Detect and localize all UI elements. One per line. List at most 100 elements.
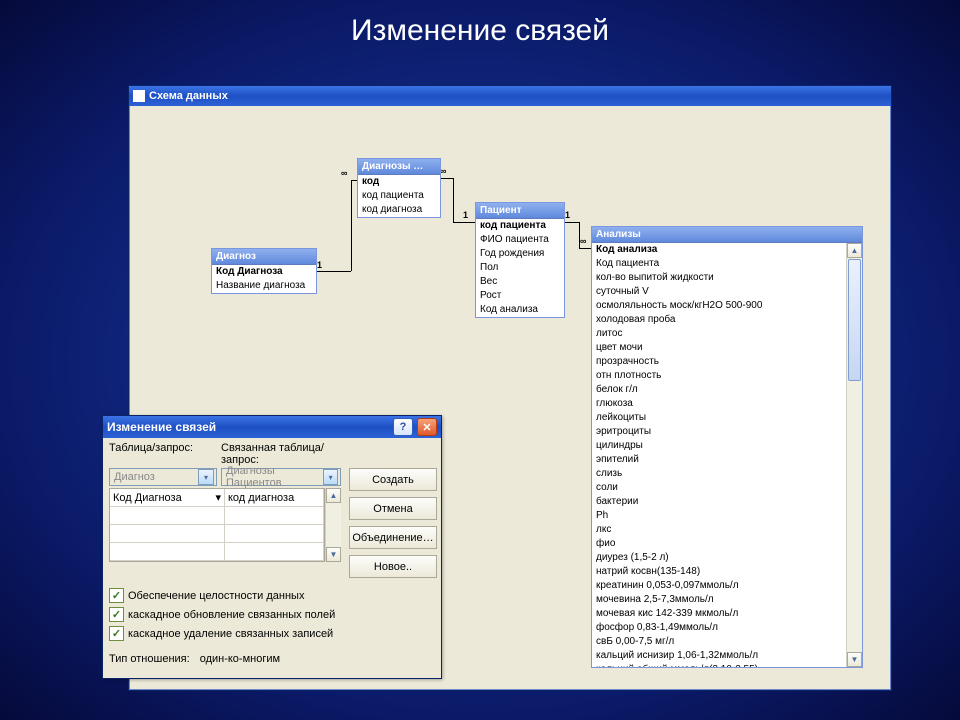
chevron-down-icon: ▾ — [323, 469, 338, 485]
table-field[interactable]: литос — [592, 327, 847, 341]
chevron-down-icon: ▾ — [198, 469, 214, 485]
close-button[interactable]: ✕ — [417, 418, 437, 436]
combo-left-table[interactable]: Диагноз ▾ — [109, 468, 217, 486]
slide-title: Изменение связей — [0, 0, 960, 56]
schema-titlebar: Схема данных — [129, 86, 891, 106]
table-field[interactable]: Вес — [476, 275, 564, 289]
join-button[interactable]: Объединение… — [349, 526, 437, 549]
table-field[interactable]: Название диагноза — [212, 279, 316, 293]
table-field[interactable]: Код анализа — [476, 303, 564, 317]
table-field[interactable]: лкс — [592, 523, 847, 537]
table-field[interactable]: код пациента — [358, 189, 440, 203]
table-pacient[interactable]: Пациент код пациентаФИО пациентаГод рожд… — [475, 202, 565, 318]
grid-left-field[interactable]: Код Диагноза ▾ — [110, 489, 225, 507]
checkbox-label: Обеспечение целостности данных — [128, 590, 304, 602]
table-field[interactable]: Код пациента — [592, 257, 847, 271]
table-field[interactable]: эпителий — [592, 453, 847, 467]
chevron-down-icon: ▾ — [215, 491, 221, 504]
edit-relationships-dialog[interactable]: Изменение связей ? ✕ Таблица/запрос: Свя… — [102, 415, 442, 679]
table-field[interactable]: диурез (1,5-2 л) — [592, 551, 847, 565]
cardinality-one: 1 — [565, 210, 570, 220]
cardinality-one: 1 — [317, 260, 322, 270]
cardinality-one: 1 — [463, 210, 468, 220]
grid-right-field[interactable]: код диагноза — [225, 489, 324, 507]
table-header: Анализы — [592, 227, 862, 243]
table-field[interactable]: кальций иснизир 1,06-1,32ммоль/л — [592, 649, 847, 663]
table-field[interactable]: фосфор 0,83-1,49ммоль/л — [592, 621, 847, 635]
table-field[interactable]: код пациента — [476, 219, 564, 233]
schema-window-title: Схема данных — [149, 90, 228, 102]
combo-value: Диагнозы Пациентов — [226, 465, 323, 489]
grid-cell-empty[interactable] — [110, 543, 225, 561]
table-header: Пациент — [476, 203, 564, 219]
table-field[interactable]: Код Диагноза — [212, 265, 316, 279]
cardinality-many: ∞ — [580, 236, 586, 246]
combo-value: Диагноз — [114, 471, 155, 483]
table-field[interactable]: код диагноза — [358, 203, 440, 217]
table-field[interactable]: фио — [592, 537, 847, 551]
app-icon — [133, 90, 145, 102]
table-field[interactable]: прозрачность — [592, 355, 847, 369]
table-field[interactable]: суточный V — [592, 285, 847, 299]
grid-cell-empty[interactable] — [110, 507, 225, 525]
scroll-up[interactable]: ▲ — [326, 488, 341, 503]
table-field[interactable]: кол-во выпитой жидкости — [592, 271, 847, 285]
cancel-button[interactable]: Отмена — [349, 497, 437, 520]
scroll-down[interactable]: ▼ — [326, 547, 341, 562]
table-diagnoz[interactable]: Диагноз Код ДиагнозаНазвание диагноза — [211, 248, 317, 294]
checkbox-cascade-delete[interactable]: ✓ каскадное удаление связанных записей — [109, 626, 435, 641]
table-field[interactable]: креатинин 0,053-0,097ммоль/л — [592, 579, 847, 593]
table-field[interactable]: Рост — [476, 289, 564, 303]
table-field[interactable]: эритроциты — [592, 425, 847, 439]
table-diagnozy[interactable]: Диагнозы … кодкод пациентакод диагноза — [357, 158, 441, 218]
grid-cell-empty[interactable] — [110, 525, 225, 543]
grid-cell-empty[interactable] — [225, 543, 324, 561]
combo-right-table[interactable]: Диагнозы Пациентов ▾ — [221, 468, 341, 486]
table-field[interactable]: Ph — [592, 509, 847, 523]
table-field[interactable]: глюкоза — [592, 397, 847, 411]
dialog-title: Изменение связей — [107, 420, 216, 434]
table-field[interactable]: осмоляльность моск/кгH2O 500-900 — [592, 299, 847, 313]
scroll-up[interactable]: ▲ — [847, 243, 862, 258]
table-field[interactable]: Пол — [476, 261, 564, 275]
create-button[interactable]: Создать — [349, 468, 437, 491]
table-field[interactable]: мочевая кис 142-339 мкмоль/л — [592, 607, 847, 621]
table-field[interactable]: натрий косвн(135-148) — [592, 565, 847, 579]
check-icon: ✓ — [109, 607, 124, 622]
table-field[interactable]: Год рождения — [476, 247, 564, 261]
checkbox-integrity[interactable]: ✓ Обеспечение целостности данных — [109, 588, 435, 603]
table-header: Диагнозы … — [358, 159, 440, 175]
table-field[interactable]: код — [358, 175, 440, 189]
new-button[interactable]: Новое.. — [349, 555, 437, 578]
table-field[interactable]: мочевина 2,5-7,3ммоль/л — [592, 593, 847, 607]
table-field[interactable]: холодовая проба — [592, 313, 847, 327]
table-field[interactable]: кальций общий ммоль/л(2,10-2,55) — [592, 663, 847, 667]
table-field[interactable]: цилиндры — [592, 439, 847, 453]
relation-grid[interactable]: Код Диагноза ▾ код диагноза — [109, 488, 325, 562]
grid-cell-empty[interactable] — [225, 525, 324, 543]
table-field[interactable]: белок г/л — [592, 383, 847, 397]
table-header: Диагноз — [212, 249, 316, 265]
checkbox-cascade-update[interactable]: ✓ каскадное обновление связанных полей — [109, 607, 435, 622]
table-field[interactable]: ФИО пациента — [476, 233, 564, 247]
table-field[interactable]: лейкоциты — [592, 411, 847, 425]
table-field[interactable]: отн плотность — [592, 369, 847, 383]
grid-scroll[interactable]: ▲ ▼ — [325, 488, 341, 562]
table-analizy[interactable]: Анализы Код анализаКод пациентакол-во вы… — [591, 226, 863, 668]
grid-cell-empty[interactable] — [225, 507, 324, 525]
scroll-thumb[interactable] — [848, 259, 861, 381]
table-field[interactable]: слизь — [592, 467, 847, 481]
dialog-titlebar[interactable]: Изменение связей ? ✕ — [103, 416, 441, 438]
label-relation-type: Тип отношения: — [109, 653, 190, 665]
table-field[interactable]: Код анализа — [592, 243, 847, 257]
table-field[interactable]: свБ 0,00-7,5 мг/л — [592, 635, 847, 649]
table-field[interactable]: соли — [592, 481, 847, 495]
scroll-down[interactable]: ▼ — [847, 652, 862, 667]
scrollbar[interactable]: ▲ ▼ — [846, 243, 862, 667]
help-button[interactable]: ? — [393, 418, 413, 436]
label-related-table-query: Связанная таблица/запрос: — [221, 442, 341, 466]
table-field[interactable]: бактерии — [592, 495, 847, 509]
check-icon: ✓ — [109, 588, 124, 603]
relation-type-value: один-ко-многим — [200, 653, 280, 665]
table-field[interactable]: цвет мочи — [592, 341, 847, 355]
